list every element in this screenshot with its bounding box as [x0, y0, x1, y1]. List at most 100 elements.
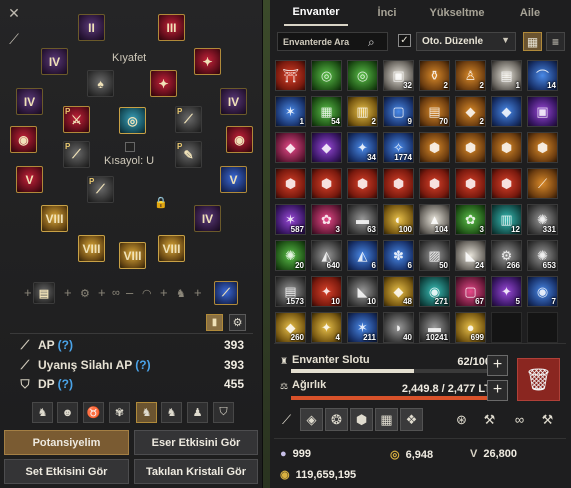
pickaxe-slot[interactable]: P ✎ — [175, 141, 202, 168]
help-icon[interactable]: (?) — [58, 338, 73, 352]
inventory-item[interactable]: ✦ 34 — [347, 132, 378, 163]
inventory-item[interactable]: ⬢ — [527, 132, 558, 163]
inventory-item[interactable]: ⬢ — [419, 132, 450, 163]
artifact-slot[interactable]: ◎ — [119, 107, 146, 134]
inventory-item[interactable]: ⬢ — [455, 132, 486, 163]
inventory-item[interactable]: ▤ 70 — [419, 96, 450, 127]
inventory-item[interactable]: ▥ 12 — [491, 204, 522, 235]
weapon-toggle-icon[interactable]: ⟋ — [5, 30, 23, 48]
trash-icon[interactable]: 🗑 — [517, 358, 560, 401]
list-view-icon[interactable]: ≡ — [546, 32, 565, 51]
inventory-item[interactable]: ▬ 63 — [347, 204, 378, 235]
help-icon[interactable]: (?) — [135, 358, 150, 372]
inventory-item[interactable]: ◭ 640 — [311, 240, 342, 271]
inventory-item[interactable]: ◆ 260 — [275, 312, 306, 343]
inventory-item[interactable]: ✧ 1774 — [383, 132, 414, 163]
potential-button[interactable]: Potansiyelim — [4, 430, 129, 455]
inventory-item[interactable]: ⬢ — [491, 132, 522, 163]
armor-slot[interactable] — [41, 205, 68, 232]
anvil-tool-icon[interactable]: ⚒ — [536, 408, 559, 431]
inventory-item[interactable]: ▨ 50 — [419, 240, 450, 271]
ring-slot-2[interactable] — [220, 88, 247, 115]
inventory-item[interactable]: ◉ 271 — [419, 276, 450, 307]
stat-icon-button[interactable]: ▮ — [206, 314, 223, 331]
helmet-slot[interactable] — [78, 14, 105, 41]
inventory-item[interactable]: ✶ 587 — [275, 204, 306, 235]
crystal-button[interactable]: Takılan Kristali Gör — [134, 459, 258, 484]
costume-slot-right[interactable]: ✦ — [150, 70, 177, 97]
inventory-item[interactable]: ⬢ — [311, 168, 342, 199]
inventory-item[interactable]: ◆ — [311, 132, 342, 163]
awakening-slot[interactable] — [119, 242, 146, 269]
inventory-item[interactable]: ✺ 20 — [275, 240, 306, 271]
inventory-item[interactable]: ⬢ — [383, 168, 414, 199]
hammer-tool-icon[interactable]: ⚒ — [478, 408, 501, 431]
inventory-item[interactable]: ✦ 10 — [311, 276, 342, 307]
shoe-slot-left[interactable] — [78, 235, 105, 262]
inventory-item[interactable]: ◆ 48 — [383, 276, 414, 307]
inventory-item[interactable]: ✺ 331 — [527, 204, 558, 235]
help-icon[interactable]: (?) — [58, 377, 73, 391]
inventory-item[interactable]: ▣ 32 — [383, 60, 414, 91]
preset-3-icon[interactable]: ♉ — [83, 402, 104, 423]
offhand-slot[interactable] — [220, 166, 247, 193]
inventory-item[interactable]: ⛩ — [275, 60, 306, 91]
inventory-item[interactable]: ◎ — [347, 60, 378, 91]
earring-slot-right[interactable]: ✦ — [194, 48, 221, 75]
inventory-item[interactable]: ▢ 67 — [455, 276, 486, 307]
costume-armor-slot[interactable]: P ⚔ — [63, 106, 90, 133]
preset-4-icon[interactable]: ✾ — [109, 402, 130, 423]
inventory-item[interactable]: ⚱ 2 — [419, 60, 450, 91]
shoe-slot-right[interactable] — [158, 235, 185, 262]
preset-7-icon[interactable]: ♟ — [187, 402, 208, 423]
costume-toggle[interactable] — [125, 142, 135, 152]
lantern-slot[interactable]: P ⟋ — [63, 141, 90, 168]
alchemy-stone-slot[interactable]: ◉ — [10, 126, 37, 153]
grid-tool-icon[interactable]: ▦ — [375, 408, 398, 431]
diamond-tool-icon[interactable]: ◈ — [300, 408, 323, 431]
preset-5-icon[interactable]: ♞ — [136, 402, 157, 423]
inventory-item[interactable]: ✿ 3 — [311, 204, 342, 235]
costume-weapon-slot[interactable]: P ⟋ — [175, 106, 202, 133]
inventory-item[interactable]: ✺ 653 — [527, 240, 558, 271]
inventory-item[interactable]: ▣ — [527, 96, 558, 127]
inventory-item[interactable]: ⚙ 266 — [491, 240, 522, 271]
item-effect-button[interactable]: Eser Etkisini Gör — [134, 430, 258, 455]
inventory-item[interactable]: ✶ 211 — [347, 312, 378, 343]
inventory-item[interactable]: ✽ 6 — [383, 240, 414, 271]
inventory-item[interactable]: ▤ 1 — [491, 60, 522, 91]
inventory-item[interactable]: ✶ 1 — [275, 96, 306, 127]
tab-pearl[interactable]: İnci — [360, 0, 414, 26]
inventory-item[interactable]: ▬ 10241 — [419, 312, 450, 343]
inventory-item[interactable]: ⬢ — [491, 168, 522, 199]
inventory-item[interactable]: ▢ 9 — [383, 96, 414, 127]
cog-tool-icon[interactable]: ❂ — [325, 408, 348, 431]
inventory-item[interactable]: ▤ 1573 — [275, 276, 306, 307]
inventory-item[interactable]: ⬢ — [347, 168, 378, 199]
inventory-item[interactable]: ◆ 2 — [455, 96, 486, 127]
settings-gear-icon[interactable]: ⚙ — [229, 314, 246, 331]
inventory-item[interactable]: ◭ 6 — [347, 240, 378, 271]
inventory-item[interactable]: ◣ 10 — [347, 276, 378, 307]
inventory-item[interactable]: ⌒ 14 — [527, 60, 558, 91]
search-icon[interactable]: ⌕ — [368, 35, 382, 49]
preset-8-icon[interactable]: ⛉ — [213, 402, 234, 423]
preset-1-icon[interactable]: ♞ — [32, 402, 53, 423]
set-effect-button[interactable]: Set Etkisini Gör — [4, 459, 129, 484]
necklace-slot[interactable] — [16, 88, 43, 115]
inventory-item[interactable]: ◉ 7 — [527, 276, 558, 307]
inventory-item[interactable]: ▦ 54 — [311, 96, 342, 127]
scroll-slot[interactable]: ▤ — [33, 282, 55, 304]
glove-slot[interactable] — [194, 205, 221, 232]
inventory-slot-empty[interactable] — [527, 312, 558, 343]
compass-tool-icon[interactable]: ⊛ — [450, 408, 473, 431]
preset-6-icon[interactable]: ♞ — [161, 402, 182, 423]
chain-tool-icon[interactable]: ∞ — [508, 408, 531, 431]
preset-2-icon[interactable]: ☻ — [57, 402, 78, 423]
auto-sort-dropdown[interactable]: Oto. Düzenle ▼ — [416, 32, 516, 51]
inventory-item[interactable]: ✦ 5 — [491, 276, 522, 307]
auto-sort-checkbox[interactable]: ✓ — [398, 34, 411, 47]
leaf-tool-icon[interactable]: ❖ — [400, 408, 423, 431]
lightstone-slot[interactable]: ◉ — [226, 126, 253, 153]
inventory-item[interactable]: ◆ — [491, 96, 522, 127]
